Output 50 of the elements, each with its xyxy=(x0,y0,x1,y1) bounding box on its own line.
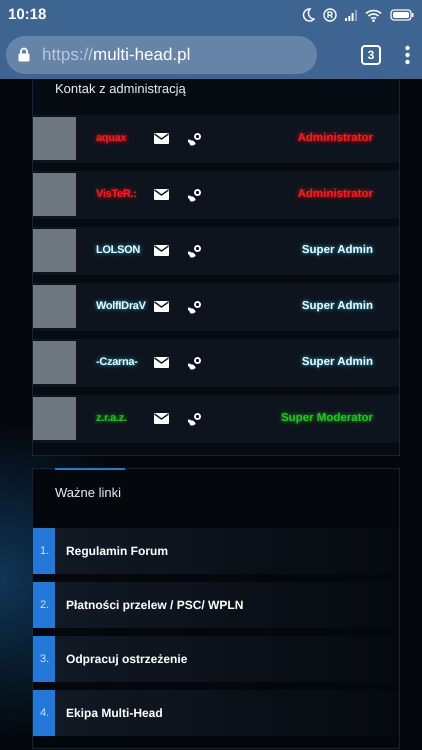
envelope-icon[interactable] xyxy=(154,357,169,368)
panel-title: Kontak z administracją xyxy=(55,81,186,96)
member-name-link[interactable]: z.r.a.z. xyxy=(96,410,158,427)
avatar-photo-placeholder xyxy=(33,397,76,440)
registered-icon xyxy=(323,8,337,22)
panel-title: Ważne linki xyxy=(55,484,121,500)
avatar-photo-placeholder xyxy=(33,285,76,328)
avatar-photo-placeholder xyxy=(33,173,76,216)
envelope-icon[interactable] xyxy=(154,189,169,200)
menu-icon[interactable] xyxy=(405,44,410,64)
wifi-icon xyxy=(365,8,382,22)
link-label: Ekipa Multi-Head xyxy=(66,705,163,722)
signal-icon xyxy=(345,9,357,21)
steam-icon[interactable] xyxy=(188,244,202,258)
member-name-link[interactable]: -Czarna- xyxy=(96,354,158,371)
envelope-icon[interactable] xyxy=(154,245,169,256)
member-role: Super Moderator xyxy=(280,410,373,426)
link-number: 4. xyxy=(33,690,55,736)
member-role: Administrator xyxy=(298,130,373,146)
moon-icon xyxy=(302,8,315,22)
status-time: 10:18 xyxy=(8,4,46,25)
steam-icon[interactable] xyxy=(188,300,202,314)
avatar-photo-placeholder xyxy=(33,117,76,160)
member-name-link[interactable]: aquax xyxy=(96,130,158,147)
member-role: Super Admin xyxy=(302,354,373,370)
member-role: Administrator xyxy=(298,186,373,202)
link-label: Regulamin Forum xyxy=(66,543,168,560)
link-number: 1. xyxy=(33,528,55,574)
link-number: 3. xyxy=(33,636,55,682)
battery-icon xyxy=(390,9,414,21)
member-name-link[interactable]: LOLSON xyxy=(96,242,158,259)
envelope-icon[interactable] xyxy=(154,301,169,312)
link-label: Płatności przelew / PSC/ WPLN xyxy=(66,597,244,614)
link-label: Odpracuj ostrzeżenie xyxy=(66,651,188,668)
link-number: 2. xyxy=(33,582,55,628)
avatar-photo-placeholder xyxy=(33,341,76,384)
steam-icon[interactable] xyxy=(188,188,202,202)
envelope-icon[interactable] xyxy=(154,413,169,424)
steam-icon[interactable] xyxy=(188,132,202,146)
tab-count-button[interactable]: 3 xyxy=(361,44,381,64)
lock-icon xyxy=(18,47,30,62)
steam-icon[interactable] xyxy=(188,356,202,370)
member-name-link[interactable]: WolfIDraV xyxy=(96,298,158,315)
envelope-icon[interactable] xyxy=(154,133,169,144)
url-field[interactable]: https://multi-head.pl xyxy=(6,36,317,74)
avatar-photo-placeholder xyxy=(33,229,76,272)
member-role: Super Admin xyxy=(302,298,373,314)
steam-icon[interactable] xyxy=(188,412,202,426)
member-name-link[interactable]: VisTeR.: xyxy=(96,186,158,203)
member-role: Super Admin xyxy=(302,242,373,258)
